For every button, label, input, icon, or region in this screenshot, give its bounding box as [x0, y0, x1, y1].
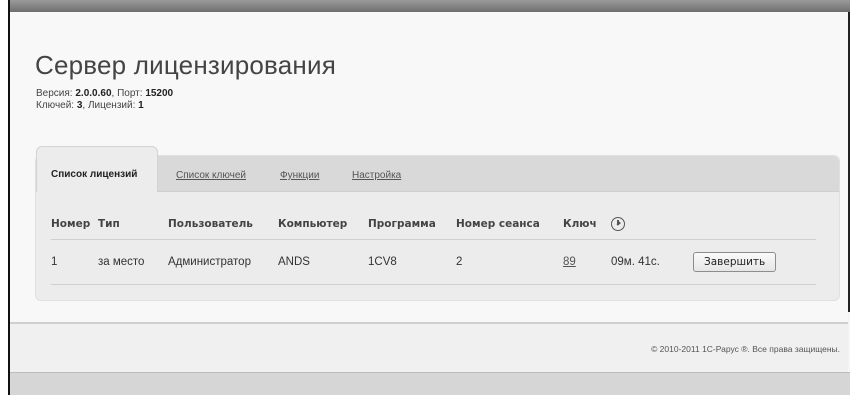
table-header-row: Номер Тип Пользователь Компьютер Програм… [51, 211, 816, 240]
column-header-number[interactable]: Номер [51, 211, 98, 240]
tab-license-list[interactable]: Список лицензий [36, 146, 158, 192]
tab-functions[interactable]: Функции [280, 170, 319, 181]
licenses-label: , Лицензий: [82, 100, 139, 111]
tab-settings[interactable]: Настройка [352, 170, 401, 181]
cell-session: 2 [456, 239, 563, 285]
cell-type: за место [98, 239, 168, 285]
column-header-user[interactable]: Пользователь [168, 211, 278, 240]
cell-user: Администратор [168, 239, 278, 285]
column-header-action [693, 211, 816, 240]
cell-computer: ANDS [278, 239, 368, 285]
tabs-bar: Список лицензий Список ключей Функции На… [36, 146, 839, 192]
cell-key: 89 [563, 239, 611, 285]
terminate-button[interactable]: Завершить [693, 252, 777, 272]
key-link[interactable]: 89 [563, 256, 576, 268]
cell-program: 1CV8 [368, 239, 456, 285]
column-header-type[interactable]: Тип [98, 211, 168, 240]
version-line: Версия: 2.0.0.60, Порт: 15200 [36, 88, 173, 100]
page-title: Сервер лицензирования [35, 50, 336, 80]
server-info: Версия: 2.0.0.60, Порт: 15200 Ключей: 3,… [36, 88, 173, 112]
cell-action: Завершить [693, 239, 816, 285]
footer: © 2010-2011 1С-Рарус ®. Все права защище… [10, 322, 848, 372]
counts-line: Ключей: 3, Лицензий: 1 [36, 100, 173, 112]
keys-label: Ключей: [36, 100, 77, 111]
version-value: 2.0.0.60 [75, 88, 112, 99]
column-header-key[interactable]: Ключ [563, 211, 611, 240]
column-header-session[interactable]: Номер сеанса [456, 211, 563, 240]
browser-frame: Сервер лицензирования Версия: 2.0.0.60, … [8, 0, 850, 395]
port-value: 15200 [145, 88, 174, 99]
version-label: Версия: [36, 88, 76, 99]
main-content: Сервер лицензирования Версия: 2.0.0.60, … [10, 12, 848, 322]
table-row: 1 за место Администратор ANDS 1CV8 2 89 … [51, 239, 816, 285]
cell-time: 09м. 41с. [611, 239, 693, 285]
tabs-panel: Список лицензий Список ключей Функции На… [35, 146, 840, 301]
tab-key-list[interactable]: Список ключей [176, 170, 246, 181]
copyright-text: © 2010-2011 1С-Рарус ®. Все права защище… [651, 344, 840, 354]
licenses-table: Номер Тип Пользователь Компьютер Програм… [51, 211, 816, 285]
clock-icon [611, 217, 625, 231]
port-label: , Порт: [111, 88, 146, 99]
column-header-program[interactable]: Программа [368, 211, 456, 240]
column-header-computer[interactable]: Компьютер [278, 211, 368, 240]
bottom-bar [10, 372, 850, 395]
licenses-value: 1 [138, 100, 144, 111]
cell-number: 1 [51, 239, 98, 285]
column-header-time [611, 211, 693, 240]
top-bar [10, 0, 850, 12]
